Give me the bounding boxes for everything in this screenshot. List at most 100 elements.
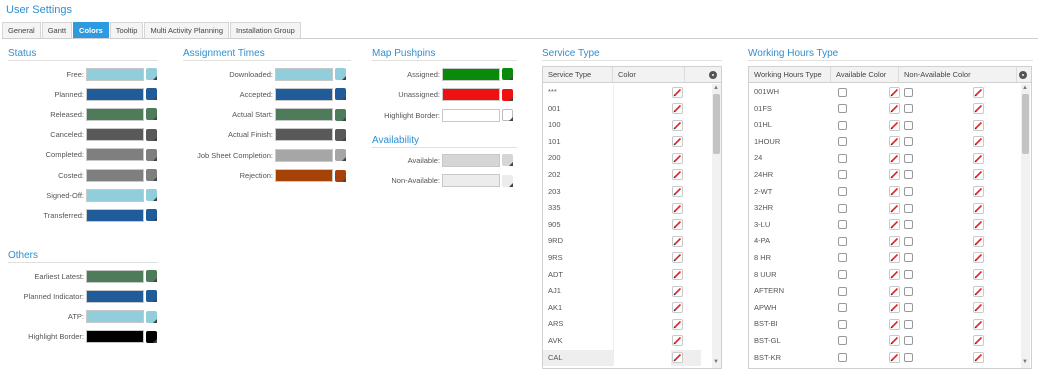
table-row[interactable]: BST-KR <box>749 350 1003 367</box>
column-header-working-hours-type[interactable]: Working Hours Type <box>749 67 831 82</box>
tab-multi-activity-planning[interactable]: Multi Activity Planning <box>144 22 230 39</box>
color-picker-icon[interactable] <box>335 149 346 162</box>
color-swatch[interactable] <box>86 168 144 182</box>
checkbox[interactable] <box>838 286 847 296</box>
column-header-non-available-color[interactable]: Non-Available Color <box>899 67 1017 82</box>
color-picker-icon[interactable] <box>146 68 157 80</box>
color-picker-icon[interactable] <box>146 108 157 121</box>
edit-non-available-color-icon[interactable] <box>973 119 984 131</box>
edit-available-color-icon[interactable] <box>889 169 900 181</box>
table-row[interactable]: 905 <box>543 216 701 234</box>
edit-non-available-color-icon[interactable] <box>973 285 984 297</box>
edit-non-available-color-icon[interactable] <box>973 186 984 198</box>
checkbox[interactable] <box>904 153 913 163</box>
edit-non-available-color-icon[interactable] <box>973 202 984 214</box>
table-row[interactable]: 100 <box>543 117 701 134</box>
table-row[interactable]: BST-BI <box>749 316 1003 333</box>
scroll-down-icon[interactable]: ▼ <box>713 359 719 365</box>
color-swatch[interactable] <box>442 108 500 122</box>
checkbox[interactable] <box>904 303 913 313</box>
color-picker-icon[interactable] <box>502 109 513 121</box>
color-picker-icon[interactable] <box>146 189 157 202</box>
edit-non-available-color-icon[interactable] <box>973 103 984 115</box>
checkbox[interactable] <box>904 336 913 346</box>
edit-non-available-color-icon[interactable] <box>973 318 984 330</box>
checkbox[interactable] <box>838 120 847 130</box>
edit-color-icon[interactable] <box>672 219 683 231</box>
edit-available-color-icon[interactable] <box>889 352 900 364</box>
edit-color-icon[interactable] <box>672 318 683 330</box>
checkbox[interactable] <box>904 270 913 280</box>
edit-available-color-icon[interactable] <box>889 285 900 297</box>
checkbox[interactable] <box>904 203 913 213</box>
table-row[interactable]: 8 HR <box>749 250 1003 267</box>
grid-settings-icon[interactable] <box>709 71 717 79</box>
table-row[interactable]: AJ1 <box>543 283 701 300</box>
edit-color-icon[interactable] <box>672 252 683 264</box>
color-picker-icon[interactable] <box>335 68 346 80</box>
edit-available-color-icon[interactable] <box>889 318 900 330</box>
edit-available-color-icon[interactable] <box>889 152 900 164</box>
edit-non-available-color-icon[interactable] <box>973 152 984 164</box>
color-swatch[interactable] <box>275 87 333 101</box>
edit-non-available-color-icon[interactable] <box>973 86 984 98</box>
color-swatch[interactable] <box>275 67 333 81</box>
edit-color-icon[interactable] <box>672 169 683 181</box>
edit-available-color-icon[interactable] <box>889 269 900 281</box>
checkbox[interactable] <box>838 319 847 329</box>
table-row[interactable]: APWH <box>749 300 1003 317</box>
table-row[interactable]: 2-WT <box>749 184 1003 201</box>
color-swatch[interactable] <box>86 289 144 303</box>
color-picker-icon[interactable] <box>502 68 513 80</box>
edit-available-color-icon[interactable] <box>889 335 900 347</box>
color-picker-icon[interactable] <box>146 270 157 282</box>
table-row[interactable]: 32HR <box>749 200 1003 217</box>
table-row[interactable]: 8 UUR <box>749 267 1003 284</box>
table-row[interactable]: 4-PA <box>749 233 1003 250</box>
checkbox[interactable] <box>904 137 913 147</box>
working-hours-scrollbar[interactable]: ▲ ▼ <box>1021 84 1030 368</box>
edit-non-available-color-icon[interactable] <box>973 219 984 231</box>
table-row[interactable]: AK1 <box>543 299 701 317</box>
color-picker-icon[interactable] <box>502 88 513 101</box>
tab-colors[interactable]: Colors <box>73 22 109 39</box>
table-row[interactable]: 3-LU <box>749 217 1003 234</box>
edit-color-icon[interactable] <box>672 235 683 247</box>
checkbox[interactable] <box>904 286 913 296</box>
color-picker-icon[interactable] <box>502 174 513 187</box>
edit-color-icon[interactable] <box>672 136 683 148</box>
table-row[interactable]: 335 <box>543 200 701 217</box>
checkbox[interactable] <box>838 270 847 280</box>
checkbox[interactable] <box>838 336 847 346</box>
table-row[interactable]: 101 <box>543 133 701 151</box>
checkbox[interactable] <box>838 203 847 213</box>
color-picker-icon[interactable] <box>146 169 157 181</box>
checkbox[interactable] <box>904 170 913 180</box>
table-row[interactable]: 001 <box>543 100 701 118</box>
checkbox[interactable] <box>838 104 847 114</box>
color-swatch[interactable] <box>86 148 144 162</box>
column-header-available-color[interactable]: Available Color <box>831 67 899 82</box>
checkbox[interactable] <box>904 87 913 97</box>
scrollbar-thumb[interactable] <box>1022 94 1029 154</box>
edit-color-icon[interactable] <box>672 269 683 281</box>
edit-available-color-icon[interactable] <box>889 219 900 231</box>
edit-non-available-color-icon[interactable] <box>973 252 984 264</box>
edit-color-icon[interactable] <box>672 285 683 297</box>
color-swatch[interactable] <box>86 107 144 121</box>
edit-non-available-color-icon[interactable] <box>973 269 984 281</box>
color-swatch[interactable] <box>275 169 333 182</box>
edit-color-icon[interactable] <box>672 352 683 364</box>
tab-tooltip[interactable]: Tooltip <box>109 22 144 39</box>
color-swatch[interactable] <box>86 67 144 81</box>
edit-color-icon[interactable] <box>672 186 683 198</box>
edit-available-color-icon[interactable] <box>889 186 900 198</box>
table-row[interactable]: 24 <box>749 150 1003 167</box>
color-swatch[interactable] <box>86 269 144 283</box>
table-row[interactable]: 9RD <box>543 233 701 250</box>
color-swatch[interactable] <box>275 128 333 142</box>
edit-non-available-color-icon[interactable] <box>973 169 984 181</box>
scrollbar-thumb[interactable] <box>713 94 720 154</box>
edit-non-available-color-icon[interactable] <box>973 302 984 314</box>
edit-available-color-icon[interactable] <box>889 103 900 115</box>
